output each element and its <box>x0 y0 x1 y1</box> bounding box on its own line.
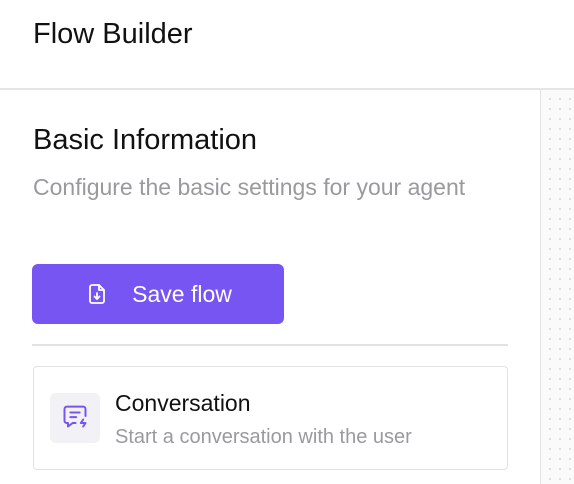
section-description: Configure the basic settings for your ag… <box>33 174 466 200</box>
flow-canvas[interactable] <box>540 90 574 484</box>
top-bar: Flow Builder <box>0 0 574 90</box>
section-title: Basic Information <box>33 124 258 156</box>
node-icon-tile <box>50 393 100 443</box>
node-description: Start a conversation with the user <box>115 426 412 448</box>
save-flow-button[interactable]: Save flow <box>32 264 284 324</box>
divider <box>32 344 508 346</box>
settings-panel: Basic Information Configure the basic se… <box>0 90 540 484</box>
node-card-conversation[interactable]: Conversation Start a conversation with t… <box>33 366 508 470</box>
save-flow-label: Save flow <box>132 280 232 307</box>
message-bolt-icon <box>61 402 89 435</box>
file-download-icon <box>84 281 110 307</box>
app-title: Flow Builder <box>33 18 193 50</box>
node-title: Conversation <box>115 390 251 416</box>
